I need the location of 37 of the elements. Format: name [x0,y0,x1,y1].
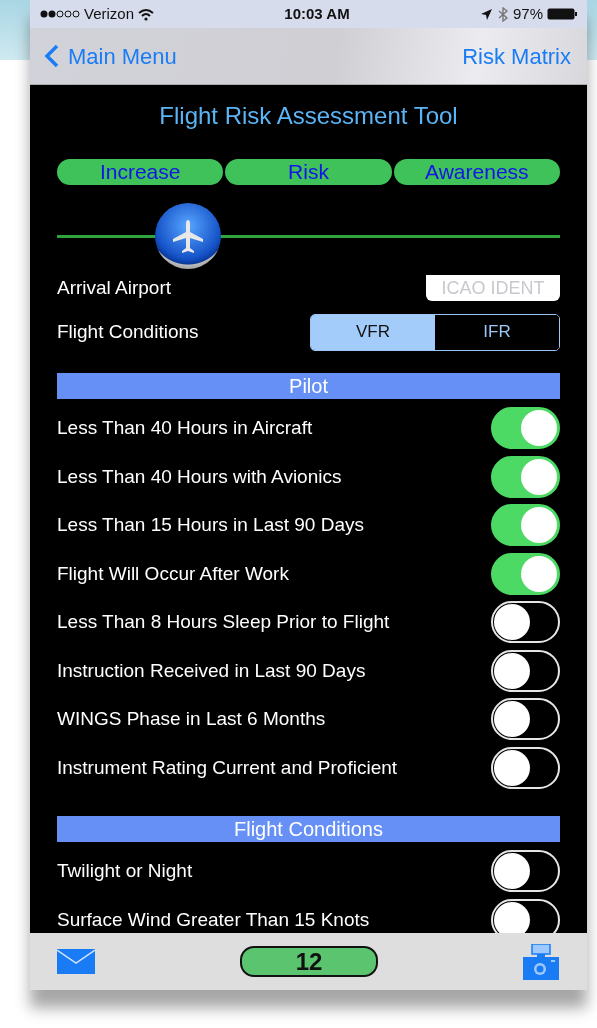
battery-percent: 97% [512,3,543,24]
risk-factor-label: Flight Will Occur After Work [57,561,289,586]
banner-pill: Increase [57,159,224,185]
risk-factor-label: Less Than 8 Hours Sleep Prior to Flight [57,610,390,634]
signal-icon [40,9,80,19]
toggle-switch[interactable] [491,455,560,498]
risk-factor-label: Instrument Rating Current and Proficient [57,755,398,780]
field-label: Arrival Airport [57,275,172,300]
camera-icon [523,943,559,980]
chevron-left-icon [44,44,60,68]
banner-pill: Risk [225,159,392,185]
wifi-icon [138,7,155,21]
risk-factor-label: Less Than 15 Hours in Last 90 Days [57,513,364,537]
location-arrow-icon [479,7,493,21]
battery-icon [547,8,577,20]
risk-factor-label: Instruction Received in Last 90 Days [57,658,366,683]
risk-factor-label: Less Than 40 Hours in Aircraft [57,416,313,440]
banner-pill: Awareness [393,159,560,185]
risk-factor-label: Twilight or Night [57,859,193,883]
carrier-name: Verizon [84,3,135,24]
risk-factor-label: Surface Wind Greater Than 15 Knots [57,907,370,932]
segment-tab[interactable]: VFR [311,314,435,350]
risk-factor-label: WINGS Phase in Last 6 Months [57,707,326,731]
bluetooth-icon [496,6,509,22]
section-header: Pilot [57,373,560,399]
toggle-switch[interactable] [491,504,560,547]
mail-button[interactable] [57,948,95,975]
field-label: Flight Conditions [57,319,199,344]
toggle-switch[interactable] [491,552,560,595]
toggle-switch[interactable] [491,407,560,450]
risk-factor-label: Less Than 40 Hours with Avionics [57,464,342,489]
section-header: Flight Conditions [57,816,560,842]
screen-title: Flight Risk Assessment Tool [158,101,459,131]
status-time: 10:03 AM [284,3,350,24]
camera-button[interactable] [523,943,559,980]
risk-score: 12 [240,946,378,977]
mail-icon [57,948,95,975]
